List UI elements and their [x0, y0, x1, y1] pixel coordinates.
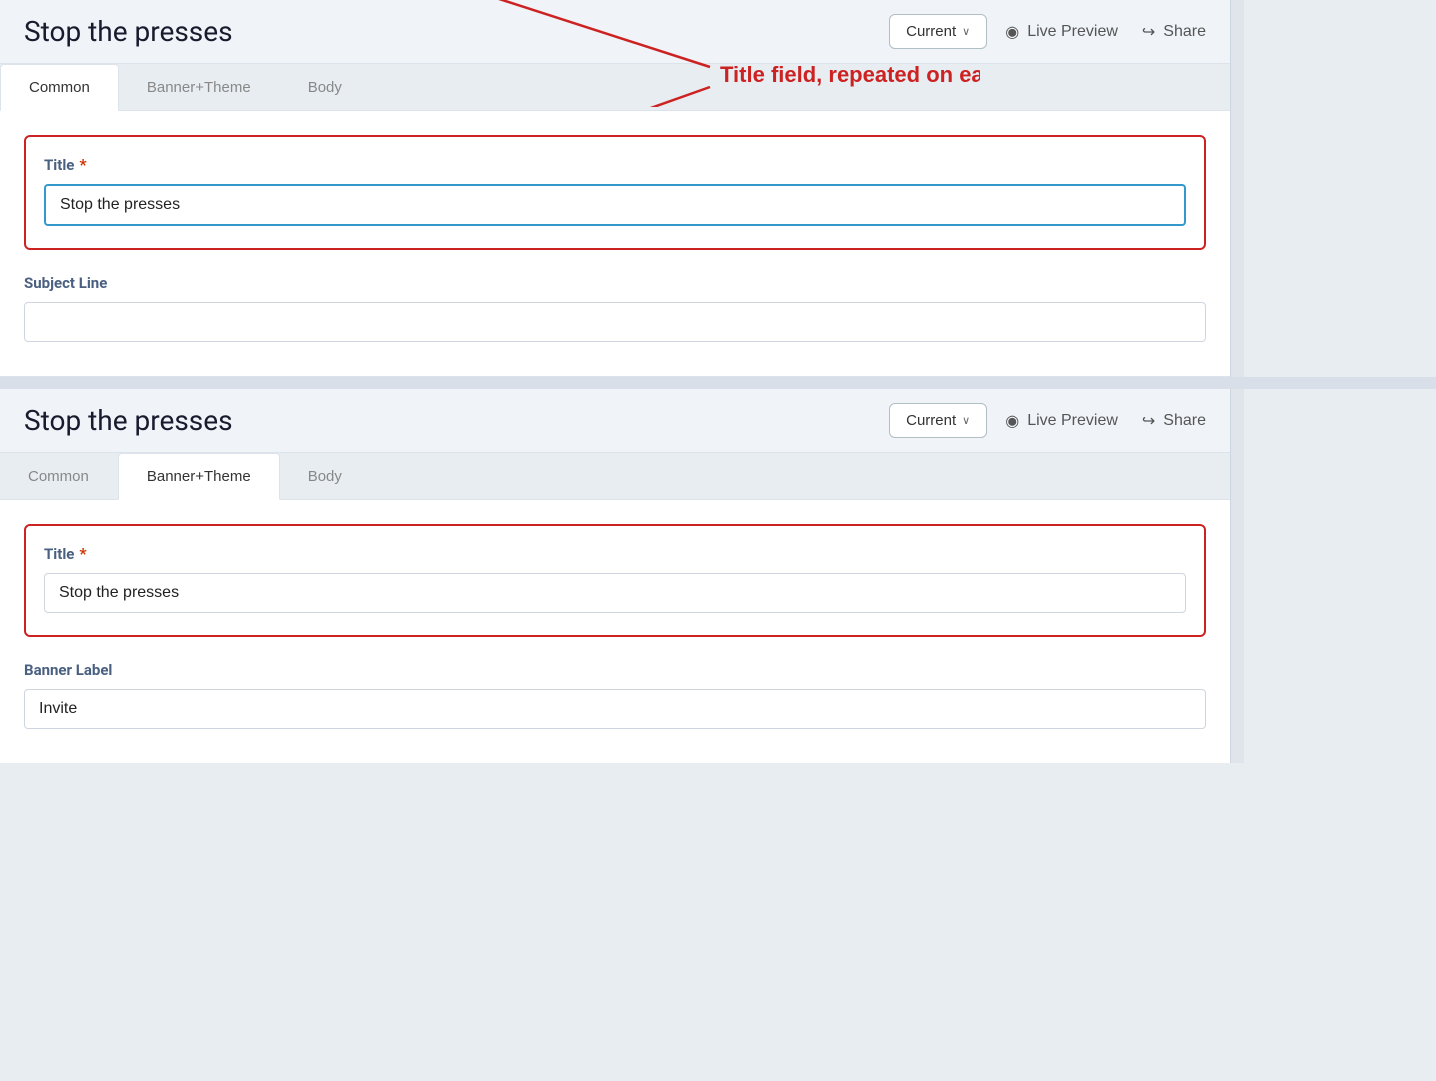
title-label-1: Title *	[44, 155, 1186, 174]
banner-label: Banner Label	[24, 661, 1206, 679]
share-button-1[interactable]: ↪ Share	[1142, 22, 1206, 42]
current-dropdown-2[interactable]: Current ∨	[889, 403, 987, 438]
tab-banner-theme-1[interactable]: Banner+Theme	[119, 64, 280, 110]
eye-icon-2: ◉	[1005, 411, 1019, 431]
live-preview-label-2: Live Preview	[1027, 412, 1118, 430]
tab-body-1[interactable]: Body	[280, 64, 371, 110]
tab-banner-theme-2[interactable]: Banner+Theme	[118, 453, 280, 500]
header-right-1: ◉ Live Preview ↪ Share	[1005, 22, 1206, 42]
panel-1: Stop the presses Current ∨ ◉ Live Previe…	[0, 0, 1230, 377]
share-label-1: Share	[1163, 23, 1206, 41]
chevron-down-icon-1: ∨	[962, 25, 970, 38]
subject-section-1: Subject Line	[24, 274, 1206, 342]
panel-2-content: Title * Banner Label	[0, 500, 1230, 763]
tabs-bar-2: Common Banner+Theme Body	[0, 453, 1230, 500]
tab-common-1[interactable]: Common	[0, 64, 119, 111]
panel-2: Stop the presses Current ∨ ◉ Live Previe…	[0, 389, 1230, 763]
header-right-2: ◉ Live Preview ↪ Share	[1005, 411, 1206, 431]
share-label-2: Share	[1163, 412, 1206, 430]
title-label-2: Title *	[44, 544, 1186, 563]
live-preview-button-1[interactable]: ◉ Live Preview	[1005, 22, 1118, 42]
current-label-1: Current	[906, 23, 956, 40]
panel-separator	[0, 377, 1436, 389]
panel-1-header: Stop the presses Current ∨ ◉ Live Previe…	[0, 0, 1230, 64]
chevron-down-icon-2: ∨	[962, 414, 970, 427]
title-input-2[interactable]	[44, 573, 1186, 613]
share-icon-2: ↪	[1142, 411, 1155, 431]
banner-label-section: Banner Label	[24, 661, 1206, 729]
current-label-2: Current	[906, 412, 956, 429]
tab-body-2[interactable]: Body	[280, 453, 371, 499]
share-button-2[interactable]: ↪ Share	[1142, 411, 1206, 431]
panel-1-scrollbar[interactable]	[1230, 0, 1244, 377]
banner-input[interactable]	[24, 689, 1206, 729]
current-dropdown-1[interactable]: Current ∨	[889, 14, 987, 49]
required-star-2: *	[79, 544, 86, 563]
panel-2-main: Stop the presses Current ∨ ◉ Live Previe…	[0, 389, 1230, 763]
subject-input-1[interactable]	[24, 302, 1206, 342]
page-title-2: Stop the presses	[24, 404, 871, 437]
tab-common-2[interactable]: Common	[0, 453, 118, 499]
live-preview-button-2[interactable]: ◉ Live Preview	[1005, 411, 1118, 431]
title-field-section-1: Title *	[24, 135, 1206, 250]
panel-2-scrollbar[interactable]	[1230, 389, 1244, 763]
share-icon-1: ↪	[1142, 22, 1155, 42]
live-preview-label-1: Live Preview	[1027, 23, 1118, 41]
tabs-bar-1: Common Banner+Theme Body	[0, 64, 1230, 111]
eye-icon-1: ◉	[1005, 22, 1019, 42]
subject-label-1: Subject Line	[24, 274, 1206, 292]
panel-1-main: Stop the presses Current ∨ ◉ Live Previe…	[0, 0, 1230, 377]
title-field-section-2: Title *	[24, 524, 1206, 637]
panel-2-wrapper: Stop the presses Current ∨ ◉ Live Previe…	[0, 389, 1436, 763]
panel-1-wrapper: Stop the presses Current ∨ ◉ Live Previe…	[0, 0, 1436, 377]
title-input-1[interactable]	[44, 184, 1186, 226]
panel-1-content: Title * Subject Line	[0, 111, 1230, 376]
page-title-1: Stop the presses	[24, 15, 871, 48]
panel-2-header: Stop the presses Current ∨ ◉ Live Previe…	[0, 389, 1230, 453]
required-star-1: *	[79, 155, 86, 174]
